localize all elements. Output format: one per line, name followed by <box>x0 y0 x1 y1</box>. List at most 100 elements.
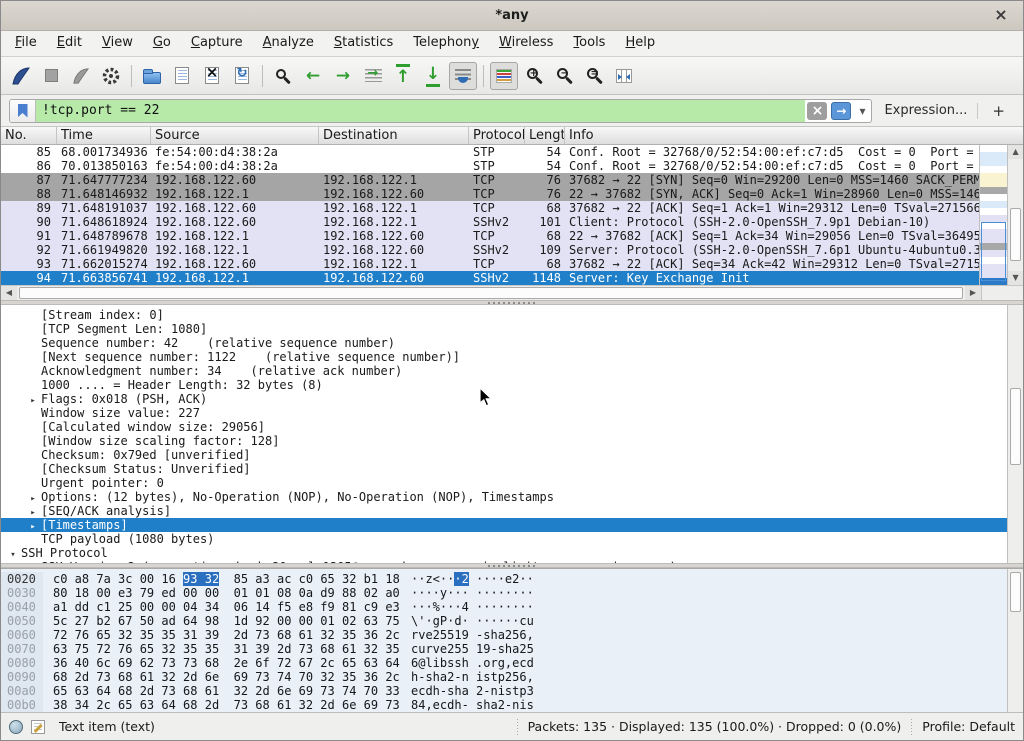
packet-row[interactable]: 92 71.661949820 192.168.122.1 192.168.12… <box>1 243 979 257</box>
detail-line[interactable]: [Window size scaling factor: 128] <box>1 434 1009 448</box>
detail-line[interactable]: [TCP Segment Len: 1080] <box>1 322 1009 336</box>
resize-columns-button[interactable] <box>610 62 638 90</box>
menu-item[interactable]: File <box>5 31 47 56</box>
expander-triangle-icon[interactable]: ▸ <box>25 522 41 532</box>
column-header-time[interactable]: Time <box>57 127 151 144</box>
menu-item[interactable]: Capture <box>181 31 253 56</box>
filter-dropdown-button[interactable] <box>855 102 869 120</box>
hex-row[interactable]: 0090 68 2d 73 68 61 32 2d 6e 69 73 74 70… <box>1 670 1023 684</box>
scroll-left-arrow[interactable]: ◀ <box>1 286 17 300</box>
colorize-button[interactable] <box>490 62 518 90</box>
close-window-icon[interactable]: × <box>991 5 1011 24</box>
menu-item[interactable]: Wireless <box>489 31 563 56</box>
detail-line[interactable]: ▸[SEQ/ACK analysis] <box>1 504 1009 518</box>
hex-row[interactable]: 0070 63 75 72 76 65 32 35 35 31 39 2d 73… <box>1 642 1023 656</box>
hscroll-thumb[interactable] <box>19 287 963 299</box>
go-to-bottom-button[interactable]: ↓ <box>419 62 447 90</box>
filter-bookmark-button[interactable] <box>10 100 36 122</box>
stop-capture-button[interactable] <box>37 62 65 90</box>
capture-comment-icon[interactable] <box>31 720 45 734</box>
go-forward-button[interactable]: → <box>329 62 357 90</box>
detail-line[interactable]: Window size value: 227 <box>1 406 1009 420</box>
scroll-right-arrow[interactable]: ▶ <box>965 286 981 300</box>
scrollbar-thumb[interactable] <box>1010 208 1021 261</box>
reload-file-button[interactable]: ↻ <box>228 62 256 90</box>
zoom-reset-button[interactable] <box>580 62 608 90</box>
restart-capture-button[interactable] <box>67 62 95 90</box>
expander-triangle-icon[interactable]: ▸ <box>25 508 41 518</box>
detail-line[interactable]: ▾SSH Protocol <box>1 546 1009 560</box>
detail-line[interactable]: ▸Options: (12 bytes), No-Operation (NOP)… <box>1 490 1009 504</box>
detail-line[interactable]: TCP payload (1080 bytes) <box>1 532 1009 546</box>
add-filter-button[interactable]: + <box>988 102 1009 120</box>
hscroll-trough[interactable] <box>17 286 965 300</box>
scroll-up-arrow[interactable]: ▲ <box>1008 145 1023 159</box>
packet-list-hscrollbar[interactable]: ◀ ▶ <box>1 285 1023 300</box>
start-capture-button[interactable] <box>7 62 35 90</box>
go-back-button[interactable]: ← <box>299 62 327 90</box>
detail-line[interactable]: [Next sequence number: 1122 (relative se… <box>1 350 1009 364</box>
zoom-out-button[interactable] <box>550 62 578 90</box>
expander-triangle-icon[interactable]: ▸ <box>25 494 41 504</box>
packet-row[interactable]: 88 71.648146932 192.168.122.1 192.168.12… <box>1 187 979 201</box>
detail-line[interactable]: 1000 .... = Header Length: 32 bytes (8) <box>1 378 1009 392</box>
packet-row[interactable]: 85 68.001734936 fe:54:00:d4:38:2a STP 54… <box>1 145 979 159</box>
filter-clear-button[interactable] <box>807 102 827 120</box>
column-header-no[interactable]: No. <box>1 127 57 144</box>
hex-row[interactable]: 0020 c0 a8 7a 3c 00 16 93 32 85 a3 ac c0… <box>1 572 1023 586</box>
close-file-button[interactable]: × <box>198 62 226 90</box>
packet-row[interactable]: 86 70.013850163 fe:54:00:d4:38:2a STP 54… <box>1 159 979 173</box>
packet-row[interactable]: 89 71.648191037 192.168.122.60 192.168.1… <box>1 201 979 215</box>
detail-line[interactable]: Acknowledgment number: 34 (relative ack … <box>1 364 1009 378</box>
packet-row[interactable]: 93 71.662015274 192.168.122.60 192.168.1… <box>1 257 979 271</box>
hex-row[interactable]: 00a0 65 63 64 68 2d 73 68 61 32 2d 6e 69… <box>1 684 1023 698</box>
scroll-down-arrow[interactable]: ▼ <box>1008 271 1023 285</box>
hex-row[interactable]: 0050 5c 27 b2 67 50 ad 64 98 1d 92 00 00… <box>1 614 1023 628</box>
expander-triangle-icon[interactable]: ▾ <box>5 550 21 560</box>
display-filter-input[interactable] <box>36 100 805 122</box>
scrollbar-thumb[interactable] <box>1010 572 1021 613</box>
hex-vscrollbar[interactable] <box>1007 569 1023 714</box>
detail-line[interactable]: Checksum: 0x79ed [unverified] <box>1 448 1009 462</box>
menu-item[interactable]: View <box>92 31 143 56</box>
detail-line[interactable]: [Calculated window size: 29056] <box>1 420 1009 434</box>
intelligent-scrollbar-minimap[interactable] <box>979 145 1007 285</box>
expander-triangle-icon[interactable]: ▸ <box>25 396 41 406</box>
menu-item[interactable]: Statistics <box>324 31 403 56</box>
menu-item[interactable]: Tools <box>563 31 615 56</box>
hex-row[interactable]: 0080 36 40 6c 69 62 73 73 68 2e 6f 72 67… <box>1 656 1023 670</box>
minimap-view-frame[interactable] <box>981 222 1006 281</box>
open-file-button[interactable] <box>138 62 166 90</box>
packet-row[interactable]: 87 71.647777234 192.168.122.60 192.168.1… <box>1 173 979 187</box>
column-header-protocol[interactable]: Protocol <box>469 127 525 144</box>
capture-options-button[interactable] <box>97 62 125 90</box>
zoom-in-button[interactable] <box>520 62 548 90</box>
window-titlebar[interactable]: *any × <box>1 1 1023 31</box>
column-header-length[interactable]: Length <box>525 127 565 144</box>
detail-line[interactable]: Urgent pointer: 0 <box>1 476 1009 490</box>
details-vscrollbar[interactable] <box>1007 305 1023 563</box>
go-to-packet-button[interactable]: → <box>359 62 387 90</box>
packet-list-vscrollbar[interactable]: ▲ ▼ <box>1007 145 1023 285</box>
menu-item[interactable]: Go <box>143 31 181 56</box>
menu-item[interactable]: Analyze <box>253 31 324 56</box>
detail-line[interactable]: Sequence number: 42 (relative sequence n… <box>1 336 1009 350</box>
column-header-source[interactable]: Source <box>151 127 319 144</box>
column-header-destination[interactable]: Destination <box>319 127 469 144</box>
save-file-button[interactable] <box>168 62 196 90</box>
hex-row[interactable]: 00b0 38 34 2c 65 63 64 68 2d 73 68 61 32… <box>1 698 1023 712</box>
hex-row[interactable]: 0030 80 18 00 e3 79 ed 00 00 01 01 08 0a… <box>1 586 1023 600</box>
packet-row[interactable]: 94 71.663856741 192.168.122.1 192.168.12… <box>1 271 979 285</box>
scrollbar-thumb[interactable] <box>1010 388 1021 465</box>
auto-scroll-button[interactable] <box>449 62 477 90</box>
menu-item[interactable]: Edit <box>47 31 92 56</box>
menu-item[interactable]: Help <box>615 31 665 56</box>
packet-row[interactable]: 91 71.648789678 192.168.122.1 192.168.12… <box>1 229 979 243</box>
hex-row[interactable]: 0040 a1 dd c1 25 00 00 04 34 06 14 f5 e8… <box>1 600 1023 614</box>
detail-line[interactable]: [Checksum Status: Unverified] <box>1 462 1009 476</box>
hex-row[interactable]: 0060 72 76 65 32 35 35 31 39 2d 73 68 61… <box>1 628 1023 642</box>
go-to-top-button[interactable]: ↑ <box>389 62 417 90</box>
menu-item[interactable]: Telephony <box>403 31 489 56</box>
find-packet-button[interactable] <box>269 62 297 90</box>
detail-line[interactable]: ▸[Timestamps] <box>1 518 1009 532</box>
